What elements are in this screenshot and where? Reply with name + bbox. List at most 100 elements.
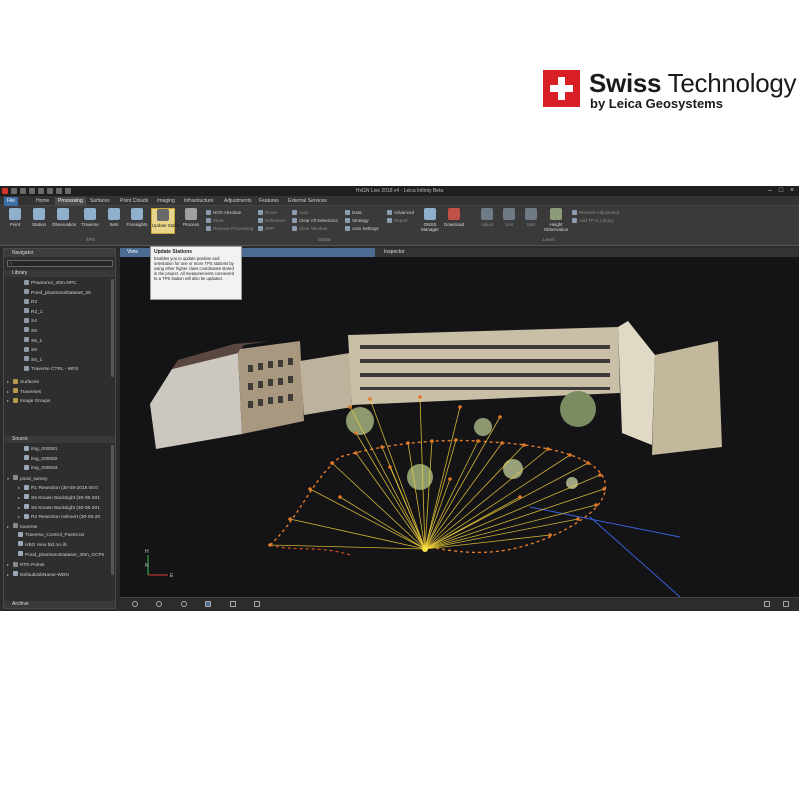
rover-button[interactable]: Rover <box>258 209 277 216</box>
reference-button[interactable]: Reference <box>258 217 286 224</box>
sets-button[interactable]: Sets <box>103 208 125 234</box>
report-button[interactable]: Report <box>387 217 408 224</box>
add-tp-to-library-button[interactable]: Add TP to Library <box>572 217 614 224</box>
library-item[interactable]: R2 <box>4 298 115 308</box>
survey-point[interactable] <box>586 461 590 465</box>
layers-icon[interactable] <box>181 601 187 607</box>
source-item[interactable]: img_000081 <box>4 445 115 455</box>
tab-processing[interactable]: Processing <box>55 197 86 206</box>
survey-point[interactable] <box>354 451 358 455</box>
tab-external-services[interactable]: External Services <box>285 197 330 206</box>
survey-point[interactable] <box>330 461 334 465</box>
library-group[interactable]: ▸ Traverses <box>4 387 115 397</box>
traverse-button[interactable]: Traverse <box>79 208 101 234</box>
survey-point[interactable] <box>522 443 526 447</box>
gnss-manager-button[interactable]: GNSS Manager <box>418 208 442 234</box>
survey-point[interactable] <box>594 503 598 507</box>
survey-point[interactable] <box>518 495 522 499</box>
tab-infrastructure[interactable]: Infrastructure <box>181 197 216 206</box>
navigator-search-input[interactable]: ⌕ <box>7 260 113 267</box>
survey-point[interactable] <box>348 405 352 409</box>
split-button[interactable]: Split <box>520 208 542 234</box>
point-cloud-scene[interactable]: H N E <box>120 257 799 597</box>
tab-surfaces[interactable]: Surfaces <box>87 197 113 206</box>
pick-icon[interactable] <box>156 601 162 607</box>
update-stations-button[interactable]: Update Stations <box>151 208 184 234</box>
process-button[interactable]: Process <box>180 208 202 234</box>
orbit-icon[interactable] <box>132 601 138 607</box>
tab-features[interactable]: Features <box>256 197 282 206</box>
remove-adjustment-button[interactable]: Remove Adjustment <box>572 209 619 216</box>
survey-point[interactable] <box>308 487 312 491</box>
survey-point[interactable] <box>498 415 502 419</box>
archive-section-header[interactable]: Archive <box>4 601 115 608</box>
survey-point[interactable] <box>388 465 392 469</box>
survey-point[interactable] <box>448 477 452 481</box>
clear-window-button[interactable]: Clear Window <box>292 225 327 232</box>
auto-settings-button[interactable]: Auto Settings <box>345 225 379 232</box>
source-item[interactable]: HBG reno bld 4A.ifc <box>4 541 115 551</box>
point-button[interactable]: Point <box>4 208 26 234</box>
station-button[interactable]: Station <box>28 208 50 234</box>
tab-point-clouds[interactable]: Point Clouds <box>117 197 151 206</box>
library-item[interactable]: Traverse CTRL - WFS <box>4 365 115 375</box>
screenshot-icon[interactable] <box>764 601 770 607</box>
survey-point[interactable] <box>268 543 272 547</box>
survey-point[interactable] <box>288 517 292 521</box>
foresights-button[interactable]: Foresights <box>126 208 148 234</box>
library-item[interactable]: S6_1 <box>4 356 115 366</box>
view-cube-icon[interactable] <box>205 601 211 607</box>
source-item[interactable]: Traverse_Control_Points.txt <box>4 531 115 541</box>
source-item[interactable]: Pond_phantom4Dataset_40m_GCPs <box>4 551 115 561</box>
minimize-icon[interactable]: – <box>766 187 774 195</box>
source-item[interactable]: ▸ S6 Known Backsight (30-08-201 <box>4 503 115 513</box>
source-item[interactable]: img_000082 <box>4 455 115 465</box>
source-item[interactable]: ▸ traverse <box>4 522 115 532</box>
library-item[interactable]: S4 <box>4 317 115 327</box>
download-button[interactable]: Download <box>443 208 465 234</box>
survey-point[interactable] <box>354 431 358 435</box>
survey-point[interactable] <box>454 438 458 442</box>
store-button[interactable]: Store <box>206 217 224 224</box>
auto-button[interactable]: Auto <box>292 209 308 216</box>
tab-file[interactable]: File <box>4 197 19 206</box>
close-icon[interactable]: × <box>788 187 796 195</box>
survey-point[interactable] <box>598 473 602 477</box>
maximize-icon[interactable]: □ <box>777 187 785 195</box>
survey-point[interactable] <box>338 495 342 499</box>
nos-absolute-button[interactable]: NOS Absolute <box>206 209 241 216</box>
library-item[interactable]: Pond_phantom4Dataset_20 <box>4 289 115 299</box>
library-scrollbar[interactable] <box>111 279 114 377</box>
advanced-button[interactable]: Advanced <box>387 209 414 216</box>
library-item[interactable]: S6 <box>4 346 115 356</box>
survey-point[interactable] <box>546 447 550 451</box>
survey-point[interactable] <box>418 395 422 399</box>
join-button[interactable]: Join <box>498 208 520 234</box>
source-item[interactable]: ▸ DefaultJobName-WDN <box>4 570 115 580</box>
data-button[interactable]: Data <box>345 209 362 216</box>
tab-adjustments[interactable]: Adjustments <box>221 197 255 206</box>
height-observation-button[interactable]: Height Observation <box>543 208 569 234</box>
survey-point[interactable] <box>548 533 552 537</box>
survey-point[interactable] <box>458 405 462 409</box>
survey-point[interactable] <box>430 439 434 443</box>
survey-point[interactable] <box>500 441 504 445</box>
source-section-header[interactable]: Source <box>4 436 115 443</box>
library-item[interactable]: S5_1 <box>4 337 115 347</box>
survey-point[interactable] <box>576 517 580 521</box>
survey-point[interactable] <box>368 397 372 401</box>
source-item[interactable]: ▸ S5 Known Backsight (30-08-201 <box>4 493 115 503</box>
tps-station-point[interactable] <box>422 546 428 552</box>
source-item[interactable]: ▾ pond_survey <box>4 474 115 484</box>
zoom-extents-icon[interactable] <box>254 601 260 607</box>
tab-home[interactable]: Home <box>33 197 52 206</box>
observation-button[interactable]: Observation <box>52 208 76 234</box>
survey-point[interactable] <box>380 445 384 449</box>
library-group[interactable]: ▸ Surfaces <box>4 377 115 387</box>
fullscreen-icon[interactable] <box>783 601 789 607</box>
adjust-button[interactable]: Adjust <box>476 208 498 234</box>
survey-point[interactable] <box>568 453 572 457</box>
spp-button[interactable]: SPP <box>258 225 274 232</box>
tab-imaging[interactable]: Imaging <box>154 197 178 206</box>
clear-all-selections-button[interactable]: Clear All Selections <box>292 217 338 224</box>
